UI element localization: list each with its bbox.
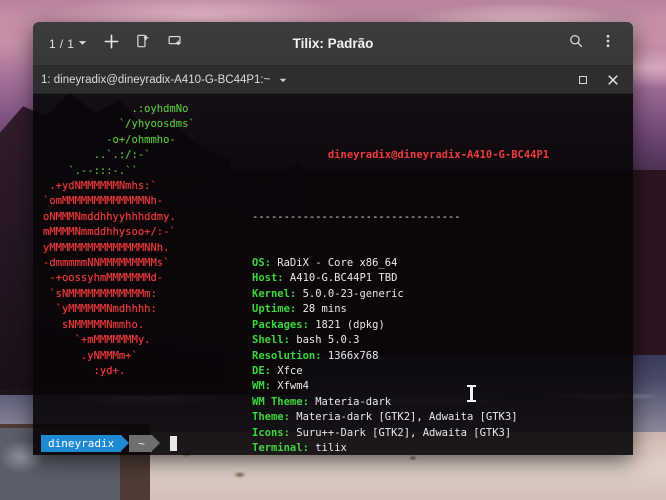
split-horizontal-icon (167, 33, 183, 54)
neofetch-info-value: 1366x768 (321, 349, 379, 362)
ascii-art-line: -o+/ohmmho- (43, 133, 176, 146)
headerbar-left-controls: 1 / 1 (43, 29, 190, 59)
ascii-art-line: `yMMMMMMNmdhhhh: (43, 303, 157, 316)
neofetch-info-value: bash 5.0.3 (289, 334, 360, 347)
neofetch-rule: --------------------------------- (252, 210, 461, 223)
headerbar-right-controls (561, 29, 623, 59)
text-cursor (169, 435, 177, 451)
ascii-art-line: yMMMMMMMMMMMMMMMNNh. (43, 241, 170, 254)
neofetch-info-row: WM: Xfwm4 (252, 379, 623, 394)
i-beam-cursor (467, 385, 476, 402)
neofetch-info-key: WM: (252, 380, 271, 393)
ascii-art-line: -+oossyhmMMMMMMMd- (43, 272, 164, 285)
session-tabbar: 1: dineyradix@dineyradix-A410-G-BC44P1:~ (33, 66, 633, 94)
neofetch-info-key: Host: (252, 272, 284, 285)
search-icon (568, 33, 584, 54)
ascii-art-line: `+mMMMMMMMy. (43, 334, 151, 347)
neofetch-info-key: DE: (252, 364, 271, 377)
neofetch-info-row: Packages: 1821 (dpkg) (252, 318, 623, 333)
neofetch-info-key: Kernel: (252, 287, 297, 300)
neofetch-userhost-line: dineyradix@dineyradix-A410-G-BC44P1 (252, 133, 623, 179)
neofetch-info-block: dineyradix@dineyradix-A410-G-BC44P1 ----… (248, 102, 623, 455)
tab-label[interactable]: 1: dineyradix@dineyradix-A410-G-BC44P1:~ (41, 74, 270, 86)
neofetch-host: dineyradix-A410-G-BC44P1 (397, 149, 550, 162)
prompt-path-segment: ~ (129, 434, 160, 452)
desktop-wallpaper: 1 / 1 Tilix: Padrão 1: dineyradix@dineyr… (0, 0, 666, 500)
terminal-pane[interactable]: .:oyhdmNo `/yhyoosdms` -o+/ohmmho- ..`.:… (33, 94, 633, 455)
tilix-window: 1 / 1 Tilix: Padrão 1: dineyradix@dineyr… (33, 22, 633, 455)
neofetch-info-key: Theme: (252, 411, 290, 424)
neofetch-info-row: Host: A410-G.BC44P1 TBD (252, 271, 623, 286)
ascii-art-line: -dmmmmmNNMMMMMMMMMs` (43, 257, 170, 270)
session-selector-button[interactable]: 1 / 1 (43, 29, 94, 59)
window-headerbar: 1 / 1 Tilix: Padrão (33, 22, 633, 66)
main-menu-button[interactable] (593, 29, 623, 59)
split-vertical-icon (135, 33, 151, 54)
search-button[interactable] (561, 29, 591, 59)
ascii-art-line: mMMMMNmmddhhysoo+/:-` (43, 226, 176, 239)
maximize-icon[interactable] (575, 72, 591, 88)
ascii-art-line: ..`.:/:-` (43, 149, 151, 162)
shell-prompt: dineyradix ~ (33, 431, 633, 455)
close-icon[interactable] (605, 72, 621, 88)
neofetch-info-value: 28 mins (296, 303, 347, 316)
neofetch-info-row: Resolution: 1366x768 (252, 349, 623, 364)
neofetch-info-row: DE: Xfce (252, 364, 623, 379)
ascii-art-line: `.--:::-.`` (43, 164, 138, 177)
neofetch-info-value: Materia-dark (308, 395, 392, 408)
plus-icon (103, 33, 120, 55)
ascii-art-line: .+ydNMMMMMMNmhs:` (43, 180, 157, 193)
neofetch-info-row: Uptime: 28 mins (252, 302, 623, 317)
neofetch-info-key: Uptime: (252, 303, 297, 316)
neofetch-info-value: A410-G.BC44P1 TBD (283, 272, 398, 285)
ascii-art-line: sNMMMMMNmmho. (43, 318, 145, 331)
neofetch-info-value: Xfwm4 (270, 380, 309, 393)
neofetch-info-rows: OS: RaDiX - Core x86_64 Host: A410-G.BC44… (252, 256, 623, 455)
neofetch-info-key: Packages: (252, 318, 309, 331)
ascii-art-line: .:oyhdmNo (43, 103, 189, 115)
split-horizontal-button[interactable] (160, 29, 190, 59)
ascii-art-line: `sNMMMMMMMMMMMMm: (43, 287, 157, 300)
neofetch-info-key: Resolution: (252, 349, 322, 362)
neofetch-info-row: WM Theme: Materia-dark (252, 395, 623, 410)
ascii-art-line: :yd+. (43, 364, 126, 377)
session-count-label: 1 / 1 (49, 36, 75, 51)
neofetch-info-value: 5.0.0-23-generic (296, 287, 404, 300)
ascii-art-line: `omMMMMMMMMMMMMMNh- (43, 195, 164, 208)
split-vertical-button[interactable] (128, 29, 158, 59)
prompt-user-segment: dineyradix (41, 434, 130, 452)
neofetch-info-key: OS: (252, 257, 271, 270)
neofetch-info-row: Shell: bash 5.0.3 (252, 333, 623, 348)
neofetch-info-value: RaDiX - Core x86_64 (270, 257, 398, 270)
new-terminal-button[interactable] (96, 29, 126, 59)
ascii-art-line: .yNMMMm+` (43, 349, 138, 362)
kebab-menu-icon (600, 33, 616, 54)
ascii-art-line: oNMMMNmddhhyyhhhddmy. (43, 210, 176, 223)
tab-chevron-down-icon[interactable] (278, 75, 288, 85)
chevron-down-icon (77, 35, 88, 53)
neofetch-info-row: OS: RaDiX - Core x86_64 (252, 256, 623, 271)
neofetch-output: .:oyhdmNo `/yhyoosdms` -o+/ohmmho- ..`.:… (43, 102, 623, 455)
distro-ascii-art: .:oyhdmNo `/yhyoosdms` -o+/ohmmho- ..`.:… (43, 102, 248, 455)
tabbar-window-controls (575, 72, 625, 88)
neofetch-info-value: Materia-dark [GTK2], Adwaita [GTK3] (289, 411, 518, 424)
ascii-art-line: `/yhyoosdms` (43, 118, 195, 131)
neofetch-info-key: Shell: (252, 334, 290, 347)
neofetch-user: dineyradix (327, 149, 392, 162)
neofetch-info-row: Theme: Materia-dark [GTK2], Adwaita [GTK… (252, 410, 623, 425)
neofetch-info-value: Xfce (270, 364, 303, 377)
neofetch-info-key: WM Theme: (252, 395, 309, 408)
neofetch-info-row: Kernel: 5.0.0-23-generic (252, 287, 623, 302)
neofetch-info-value: 1821 (dpkg) (308, 318, 385, 331)
